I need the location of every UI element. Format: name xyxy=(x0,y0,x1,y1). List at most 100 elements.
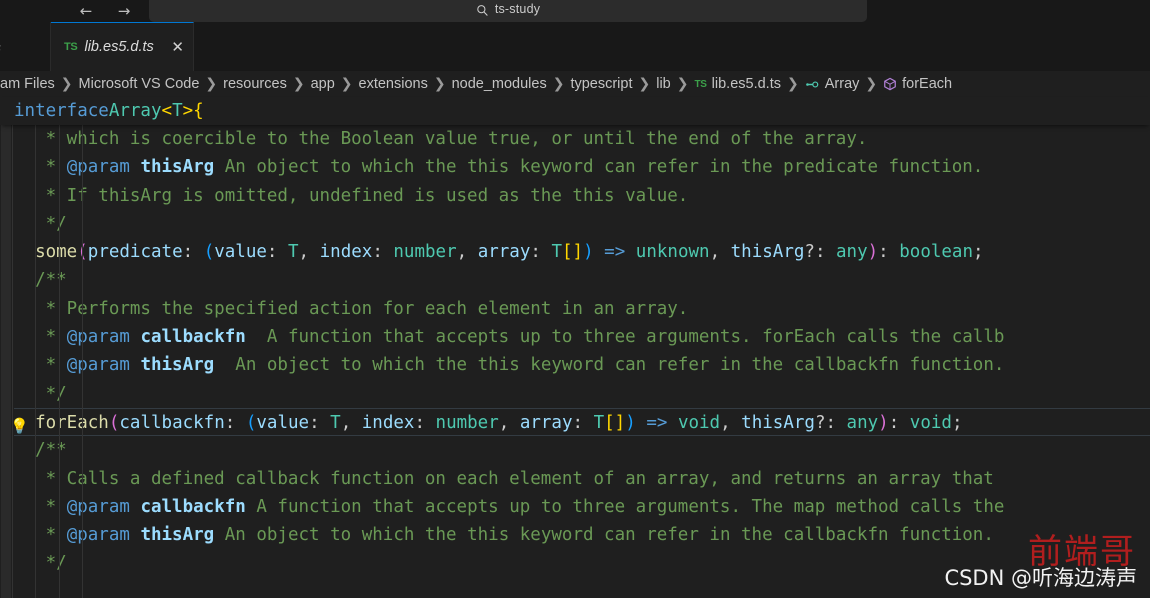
typescript-file-icon: TS xyxy=(694,78,707,90)
tab-lib-es5-d-ts[interactable]: TS lib.es5.d.ts ✕ xyxy=(51,22,194,71)
code-token: : xyxy=(878,242,900,263)
forward-arrow-icon[interactable]: → xyxy=(116,3,132,19)
search-icon xyxy=(476,4,489,17)
breadcrumb-item-extensions[interactable]: extensions xyxy=(359,76,428,92)
code-token: ) xyxy=(878,412,889,433)
code-token: A function that accepts up to three argu… xyxy=(245,327,1005,348)
code-content: * which is coercible to the Boolean valu… xyxy=(0,125,1150,598)
code-token: @param xyxy=(66,327,130,348)
breadcrumb-item-typescript[interactable]: typescript xyxy=(570,76,632,92)
code-token: An object to which the this keyword can … xyxy=(214,525,994,546)
code-token: value xyxy=(214,242,267,263)
code-token: * Performs the specified action for each… xyxy=(14,298,689,319)
breadcrumb-item-microsoft-vs-code[interactable]: Microsoft VS Code xyxy=(79,76,200,92)
code-token: : xyxy=(266,242,288,263)
code-line[interactable]: some(predicate: (value: T, index: number… xyxy=(14,238,1150,266)
code-token: => xyxy=(604,242,626,263)
code-token: */ xyxy=(14,383,67,404)
breadcrumb-item-label: Array xyxy=(824,76,860,92)
code-token: * If thisArg is omitted, undefined is us… xyxy=(14,185,689,206)
tab-previous-partial[interactable]: s xyxy=(0,22,51,71)
code-token: ; xyxy=(951,412,963,433)
breadcrumb-item-label: resources xyxy=(223,76,287,92)
code-line[interactable]: * @param callbackfn A function that acce… xyxy=(14,493,1150,521)
code-token: => xyxy=(646,412,668,433)
code-line[interactable]: /** xyxy=(14,266,1150,294)
code-token: : xyxy=(224,412,246,433)
code-line[interactable]: */ xyxy=(14,210,1150,238)
breadcrumb-item-app[interactable]: app xyxy=(311,76,335,92)
command-center-search[interactable]: ts-study xyxy=(149,0,867,22)
code-token: ) xyxy=(867,242,879,263)
editor-vertical-scrollbar[interactable] xyxy=(0,125,12,598)
code-token: , xyxy=(709,242,731,263)
code-token: unknown xyxy=(635,242,710,263)
sticky-token: Array xyxy=(108,101,162,121)
tab-bar: s TS lib.es5.d.ts ✕ xyxy=(0,22,1150,71)
code-token: An object to which the this keyword can … xyxy=(214,157,984,178)
breadcrumb-separator: ❯ xyxy=(340,76,353,92)
breadcrumb: am Files ❯ Microsoft VS Code ❯ resources ❯ app… xyxy=(0,71,1150,97)
code-line[interactable]: /** xyxy=(14,436,1150,464)
code-token: ; xyxy=(973,242,984,263)
code-line[interactable]: */ xyxy=(14,549,1150,577)
sticky-scroll-header[interactable]: interface Array < T > { xyxy=(0,97,1150,125)
typescript-file-icon: TS xyxy=(64,41,78,53)
code-line[interactable]: * @param thisArg An object to which the … xyxy=(14,153,1150,181)
breadcrumb-item-lib[interactable]: lib xyxy=(656,76,671,92)
code-token: number xyxy=(435,412,499,433)
breadcrumb-item-label: app xyxy=(310,76,335,92)
sticky-token: > xyxy=(182,101,194,121)
code-token: [] xyxy=(604,412,626,433)
code-token: ?: xyxy=(814,412,847,433)
breadcrumb-item-label: am Files xyxy=(0,76,55,92)
code-token: : xyxy=(309,412,331,433)
code-token: /** xyxy=(14,440,67,461)
code-line[interactable]: * @param callbackfn A function that acce… xyxy=(14,323,1150,351)
breadcrumb-item-foreach[interactable]: forEach xyxy=(883,76,952,92)
code-token: thisArg xyxy=(741,412,815,433)
code-token: T xyxy=(593,412,605,433)
code-token: @param xyxy=(66,355,130,376)
breadcrumb-item-label: typescript xyxy=(570,76,633,92)
code-token: , xyxy=(340,412,362,433)
code-token: ( xyxy=(77,242,88,263)
breadcrumb-separator: ❯ xyxy=(865,76,878,92)
lightbulb-quickfix-icon[interactable]: 💡 xyxy=(10,418,29,436)
code-line[interactable]: * @param thisArg An object to which the … xyxy=(14,521,1150,549)
code-line[interactable]: * @param thisArg An object to which the … xyxy=(14,351,1150,379)
code-token: value xyxy=(256,412,310,433)
breadcrumb-separator: ❯ xyxy=(676,76,689,92)
breadcrumb-item-lib-es5-d-ts[interactable]: TS lib.es5.d.ts xyxy=(694,76,781,92)
method-symbol-icon xyxy=(883,77,897,91)
code-line[interactable]: */ xyxy=(14,380,1150,408)
close-icon[interactable]: ✕ xyxy=(171,39,184,55)
breadcrumb-item-am-files[interactable]: am Files xyxy=(0,76,55,92)
code-token: forEach xyxy=(35,412,109,433)
sticky-token: T xyxy=(172,101,183,121)
code-token: number xyxy=(393,242,457,263)
code-line[interactable]: * If thisArg is omitted, undefined is us… xyxy=(14,182,1150,210)
title-bar: ← → ts-study xyxy=(0,0,1150,22)
code-token: thisArg xyxy=(140,355,215,376)
code-token: */ xyxy=(14,213,67,234)
code-line[interactable]: * which is coercible to the Boolean valu… xyxy=(14,125,1150,153)
code-editor[interactable]: 💡 * which is coercible to the Boolean va… xyxy=(0,125,1150,598)
code-token: any xyxy=(836,242,868,263)
code-token: any xyxy=(846,412,879,433)
code-line[interactable]: forEach(callbackfn: (value: T, index: nu… xyxy=(14,407,1150,437)
breadcrumb-item-resources[interactable]: resources xyxy=(223,76,287,92)
code-line[interactable]: * Performs the specified action for each… xyxy=(14,295,1150,323)
breadcrumb-item-array[interactable]: Array xyxy=(805,76,860,92)
breadcrumb-item-node-modules[interactable]: node_modules xyxy=(452,76,547,92)
back-arrow-icon[interactable]: ← xyxy=(78,3,94,19)
code-token: * Calls a defined callback function on e… xyxy=(14,468,994,489)
code-line[interactable]: * Calls a defined callback function on e… xyxy=(14,465,1150,493)
code-token: thisArg xyxy=(730,242,805,263)
code-token: * which is coercible to the Boolean valu… xyxy=(14,129,868,149)
breadcrumb-item-label: node_modules xyxy=(451,76,547,92)
breadcrumb-item-label: extensions xyxy=(358,76,428,92)
